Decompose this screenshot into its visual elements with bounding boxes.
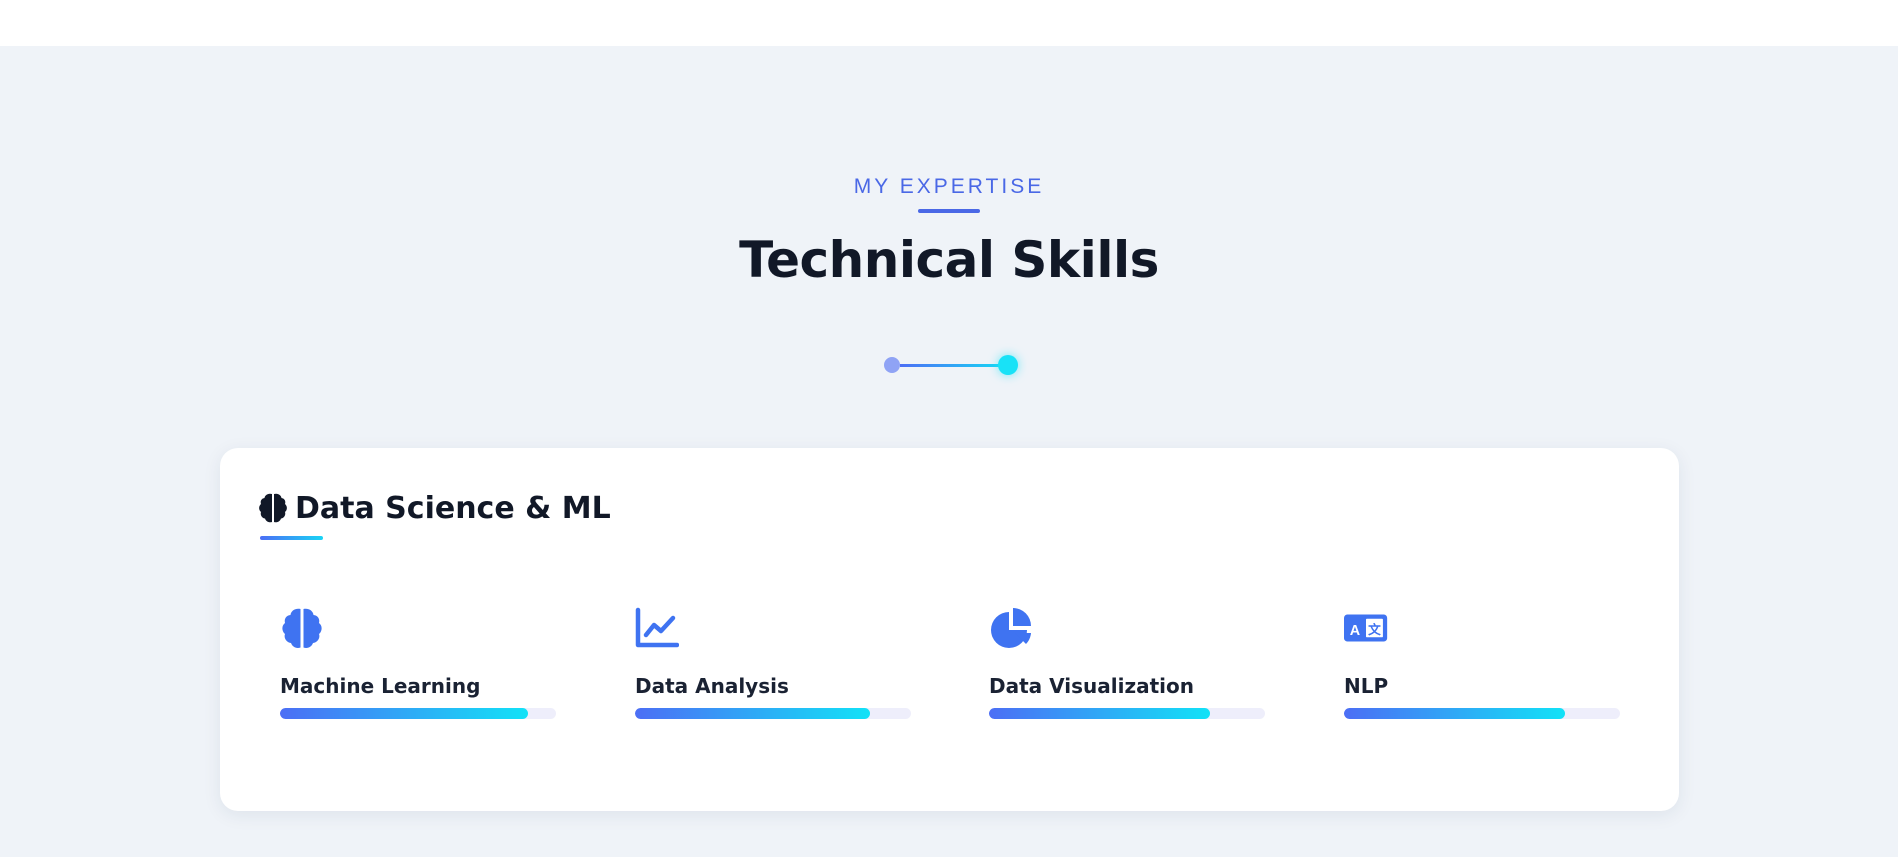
chart-pie-icon [991, 608, 1031, 648]
divider-line [900, 364, 1000, 367]
brain-icon [282, 608, 322, 648]
skill-progress-track [1344, 708, 1620, 719]
section-eyebrow: MY EXPERTISE [853, 175, 1045, 198]
divider-dot-left [884, 357, 900, 373]
chart-line-icon [635, 607, 680, 648]
skill-progress-track [635, 708, 911, 719]
divider-dot-right [998, 355, 1018, 375]
eyebrow-underline [918, 209, 980, 213]
language-icon: A 文 [1344, 614, 1388, 642]
skill-progress-track [280, 708, 556, 719]
svg-text:文: 文 [1368, 622, 1381, 637]
brain-icon [259, 493, 287, 523]
skill-progress-track [989, 708, 1265, 719]
skill-progress-fill [635, 708, 870, 719]
skill-label: Machine Learning [280, 674, 481, 698]
card-header: Data Science & ML [258, 488, 611, 528]
skill-item-data-analysis: Data Analysis [635, 606, 911, 719]
section-title: Technical Skills [739, 231, 1159, 289]
svg-text:A: A [1350, 623, 1360, 639]
skill-label: Data Analysis [635, 674, 789, 698]
skill-progress-fill [1344, 708, 1565, 719]
top-bar [0, 0, 1898, 46]
skill-progress-fill [989, 708, 1210, 719]
skill-label: Data Visualization [989, 674, 1194, 698]
title-divider [884, 352, 1020, 375]
skill-progress-fill [280, 708, 529, 719]
skill-label: NLP [1344, 674, 1389, 698]
skills-card: Data Science & ML Machine Learning Data … [220, 448, 1679, 811]
skills-section: MY EXPERTISE Technical Skills Data Scien… [0, 46, 1898, 857]
card-title-underline [260, 536, 323, 540]
skill-item-data-visualization: Data Visualization [989, 606, 1265, 719]
card-title: Data Science & ML [295, 490, 611, 526]
skill-item-nlp: A 文 NLP [1344, 606, 1620, 719]
skill-item-machine-learning: Machine Learning [280, 606, 556, 719]
